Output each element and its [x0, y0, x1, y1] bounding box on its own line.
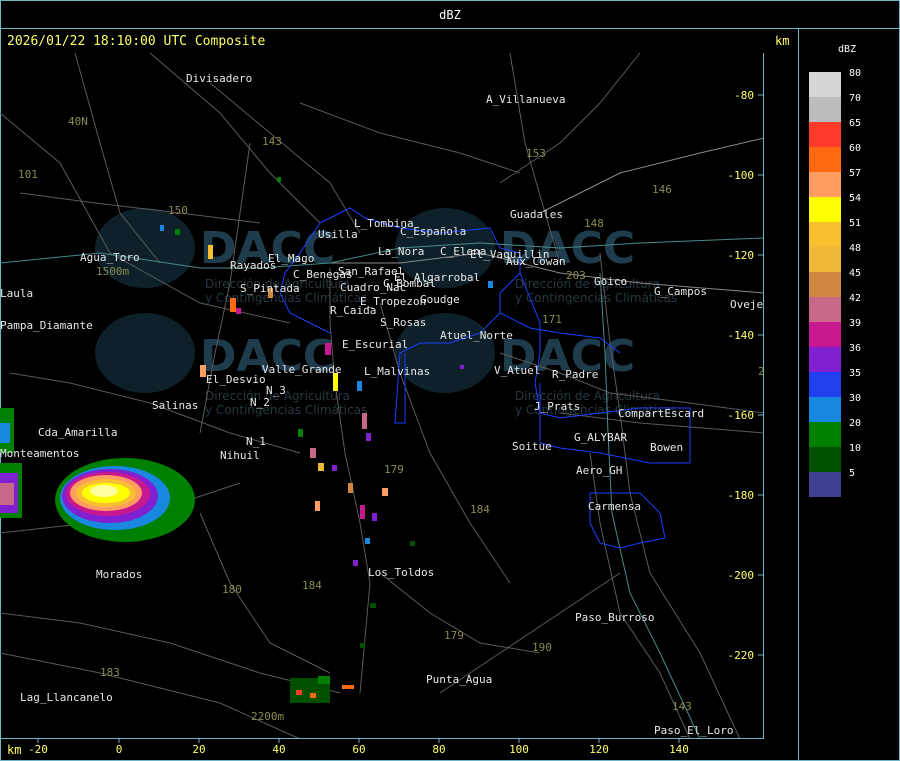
legend-value: 57	[849, 168, 862, 179]
legend-value: 36	[849, 343, 862, 354]
legend-swatch: 54	[809, 193, 861, 222]
legend-value: 39	[849, 318, 862, 329]
axis-unit-label: km	[775, 34, 790, 48]
legend-swatch: 5	[809, 468, 855, 497]
legend-value: 80	[849, 68, 862, 79]
legend-value: 65	[849, 118, 862, 129]
legend-value: 45	[849, 268, 862, 279]
title-bar: dBZ	[0, 0, 900, 29]
product-title: dBZ	[439, 8, 461, 22]
legend-value: 20	[849, 418, 862, 429]
plot-border	[0, 53, 764, 739]
x-tick-label: 80	[432, 743, 445, 756]
legend-swatch: 39	[809, 318, 861, 347]
legend-value: 51	[849, 218, 862, 229]
legend-swatch: 70	[809, 93, 861, 122]
legend-swatch: 60	[809, 143, 861, 172]
legend-swatch: 35	[809, 368, 861, 397]
legend-swatch: 42	[809, 293, 861, 322]
legend-value: 48	[849, 243, 862, 254]
x-tick-label: 0	[116, 743, 123, 756]
legend-value: 42	[849, 293, 862, 304]
x-axis: -20 0 20 40 60 80 100 120 140	[28, 739, 689, 756]
x-tick-label: 140	[669, 743, 689, 756]
legend-value: 35	[849, 368, 862, 379]
x-tick-label: 60	[352, 743, 365, 756]
legend-swatch: 30	[809, 393, 861, 422]
legend-swatch: 80	[809, 68, 861, 97]
color-legend: 80 70 65 60 57 54 51 48 45 42 39 36 35 30 20 10 5	[809, 68, 861, 497]
legend-title: dBZ	[838, 44, 857, 55]
legend-value: 60	[849, 143, 862, 154]
legend-swatch: 57	[809, 168, 861, 197]
legend-value: 70	[849, 93, 862, 104]
legend-swatch: 45	[809, 268, 861, 297]
legend-value: 30	[849, 393, 862, 404]
legend-value: 54	[849, 193, 862, 204]
x-tick-label: 20	[192, 743, 205, 756]
timestamp-label: 2026/01/22 18:10:00 UTC Composite	[7, 34, 266, 49]
legend-swatch: 36	[809, 343, 861, 372]
legend-swatch: 10	[809, 443, 861, 472]
x-tick-label: 40	[272, 743, 285, 756]
legend-swatch: 51	[809, 218, 861, 247]
x-tick-label: 120	[589, 743, 609, 756]
legend-swatch: 20	[809, 418, 861, 447]
x-tick-label: -20	[28, 743, 48, 756]
legend-value: 5	[849, 468, 856, 479]
legend-swatch: 48	[809, 243, 861, 272]
x-tick-label: 100	[509, 743, 529, 756]
legend-value: 10	[849, 443, 862, 454]
legend-swatch: 65	[809, 118, 861, 147]
